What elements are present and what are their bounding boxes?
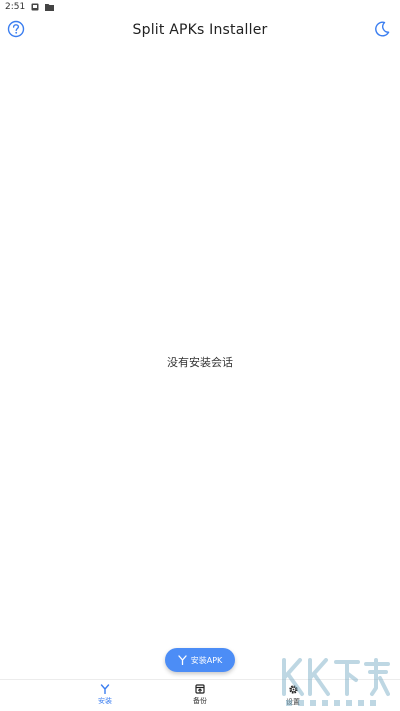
notification-icon [31,3,39,11]
empty-state-message: 没有安装会话 [167,356,233,369]
nav-item-install-label: 安装 [98,697,112,705]
nav-item-settings[interactable]: 设置 [268,684,318,707]
app-bar: Split APKs Installer [0,14,400,46]
bottom-navigation: 安装 备份 设置 [0,679,400,711]
nav-item-install[interactable]: 安装 [80,684,130,706]
gear-icon [288,685,298,694]
split-arrow-icon [178,655,187,665]
folder-icon [45,4,55,11]
install-apk-label: 安装APK [190,655,223,665]
nav-item-backup[interactable]: 备份 [175,684,225,706]
install-icon [100,684,110,694]
backup-icon [195,684,205,694]
status-time: 2:51 [5,2,26,12]
install-apk-button[interactable]: 安装APK [165,648,235,672]
nav-item-settings-label: 设置 [286,698,300,706]
moon-icon [375,21,390,37]
theme-toggle-button[interactable] [373,20,391,38]
nav-item-backup-label: 备份 [193,697,207,705]
status-bar: 2:51 [0,0,400,14]
page-title: Split APKs Installer [132,22,268,38]
